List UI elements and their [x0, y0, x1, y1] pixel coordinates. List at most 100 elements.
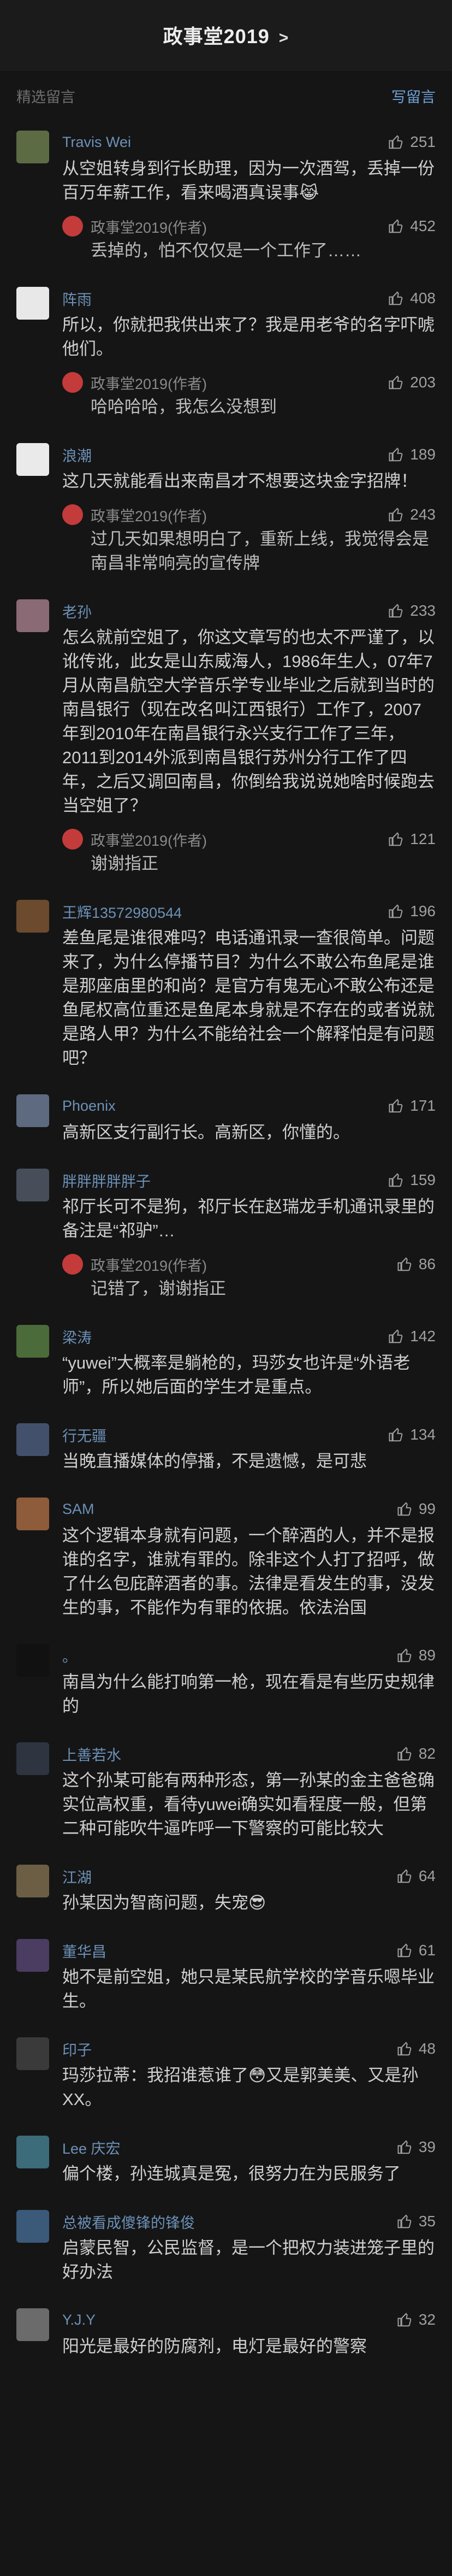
thumb-up-icon[interactable]: [397, 1647, 413, 1664]
like-button[interactable]: 408: [388, 290, 436, 307]
like-button[interactable]: 39: [397, 2138, 436, 2156]
like-button[interactable]: 35: [397, 2213, 436, 2230]
comment-header: 浪潮 189: [62, 443, 436, 466]
comment-body: 印子 48 玛莎拉蒂：我招谁惹谁了😳又是郭美美、又是孙XX。: [62, 2037, 436, 2112]
thumb-up-icon[interactable]: [388, 831, 405, 847]
thumb-up-icon[interactable]: [397, 1942, 413, 1959]
avatar[interactable]: [16, 443, 49, 476]
thumb-up-icon[interactable]: [388, 1328, 405, 1345]
thumb-up-icon[interactable]: [388, 134, 405, 150]
account-title-text[interactable]: 政事堂2019: [163, 25, 270, 48]
reply-text: 谢谢指正: [91, 854, 158, 873]
avatar[interactable]: [16, 1423, 49, 1456]
like-button[interactable]: 82: [397, 1745, 436, 1762]
avatar[interactable]: [16, 1939, 49, 1972]
thumb-up-icon[interactable]: [388, 903, 405, 919]
comment-item: 印子 48 玛莎拉蒂：我招谁惹谁了😳又是郭美美、又是孙XX。: [0, 2027, 452, 2126]
like-button[interactable]: 171: [388, 1097, 436, 1115]
reply-header: 政事堂2019(作者) 86: [91, 1254, 436, 1275]
like-count: 171: [410, 1097, 436, 1114]
like-button[interactable]: 99: [397, 1500, 436, 1518]
thumb-up-icon[interactable]: [388, 506, 405, 523]
like-count: 61: [418, 1942, 436, 1959]
like-button[interactable]: 251: [388, 133, 436, 151]
author-avatar: [62, 504, 83, 525]
comment-text: 所以，你就把我供出来了？我是用老爷的名字吓唬他们。: [62, 315, 435, 358]
thumb-up-icon[interactable]: [388, 1172, 405, 1188]
comment-item: 行无疆 134 当晚直播媒体的停播，不是遗憾，是可悲: [0, 1413, 452, 1488]
thumb-up-icon[interactable]: [397, 1501, 413, 1517]
commenter-name: Y.J.Y: [62, 2311, 96, 2328]
thumb-up-icon[interactable]: [388, 374, 405, 391]
like-button[interactable]: 233: [388, 602, 436, 620]
comment-text: “yuwei”大概率是躺枪的，玛莎女也许是“外语老师”，所以她后面的学生才是重点…: [62, 1353, 411, 1396]
avatar[interactable]: [16, 1498, 49, 1530]
avatar[interactable]: [16, 131, 49, 163]
thumb-up-icon[interactable]: [397, 2139, 413, 2155]
avatar[interactable]: [16, 2210, 49, 2243]
comment-text: 从空姐转身到行长助理，因为一次酒驾，丢掉一份百万年薪工作，看来喝酒真误事😹: [62, 159, 435, 202]
write-comment-link[interactable]: 写留言: [391, 85, 436, 107]
thumb-up-icon[interactable]: [388, 446, 405, 463]
reply-like-button[interactable]: 203: [388, 374, 436, 391]
avatar[interactable]: [16, 599, 49, 632]
reply-author: 政事堂2019(作者): [91, 832, 207, 849]
comment-text: 这个孙某可能有两种形态，第一孙某的金主爸爸确实位高权重，看待yuwei确实如看程…: [62, 1771, 435, 1838]
thumb-up-icon[interactable]: [397, 2312, 413, 2328]
avatar[interactable]: [16, 1644, 49, 1677]
commenter-name: 老孙: [62, 604, 92, 621]
comment-header: 阵雨 408: [62, 287, 436, 310]
thumb-up-icon[interactable]: [388, 1426, 405, 1443]
comment-body: 老孙 233 怎么就前空姐了，你这文章写的也太不严谨了，以讹传讹，此女是山东威海人，…: [62, 599, 436, 876]
avatar[interactable]: [16, 1094, 49, 1127]
avatar[interactable]: [16, 1865, 49, 1897]
comment-text: 南昌为什么能打响第一枪，现在看是有些历史规律的: [62, 1672, 435, 1716]
thumb-up-icon[interactable]: [388, 218, 405, 234]
like-button[interactable]: 159: [388, 1171, 436, 1189]
like-count: 134: [410, 1426, 436, 1443]
thumb-up-icon[interactable]: [388, 1098, 405, 1114]
commenter-name: 王辉13572980544: [62, 904, 182, 921]
thumb-up-icon[interactable]: [397, 2041, 413, 2057]
avatar[interactable]: [16, 1325, 49, 1358]
thumb-up-icon[interactable]: [388, 603, 405, 619]
thumb-up-icon[interactable]: [397, 1746, 413, 1762]
thumb-up-icon[interactable]: [388, 290, 405, 306]
like-button[interactable]: 48: [397, 2040, 436, 2058]
like-button[interactable]: 64: [397, 1867, 436, 1885]
like-button[interactable]: 89: [397, 1647, 436, 1664]
account-title[interactable]: 政事堂2019 >: [163, 21, 289, 49]
comment-text: 玛莎拉蒂：我招谁惹谁了😳又是郭美美、又是孙XX。: [62, 2066, 419, 2109]
top-bar: 政事堂2019 >: [0, 0, 452, 70]
thumb-up-icon[interactable]: [397, 2213, 413, 2230]
like-button[interactable]: 196: [388, 903, 436, 920]
like-button[interactable]: 61: [397, 1942, 436, 1959]
reply-like-button[interactable]: 121: [388, 830, 436, 848]
avatar[interactable]: [16, 2308, 49, 2341]
comment-text: 启蒙民智，公民监督，是一个把权力装进笼子里的好办法: [62, 2238, 435, 2282]
commenter-name: 胖胖胖胖胖子: [62, 1173, 151, 1190]
avatar[interactable]: [16, 1742, 49, 1775]
reply-like-button[interactable]: 243: [388, 506, 436, 523]
comment-text: 孙某因为智商问题，失宠😎: [62, 1893, 266, 1912]
thumb-up-icon[interactable]: [397, 1868, 413, 1884]
avatar[interactable]: [16, 900, 49, 933]
avatar[interactable]: [16, 2037, 49, 2070]
comment-header: 上善若水 82: [62, 1742, 436, 1765]
like-count: 48: [418, 2040, 436, 2057]
reply-like-button[interactable]: 452: [388, 217, 436, 235]
avatar[interactable]: [16, 1169, 49, 1201]
like-button[interactable]: 134: [388, 1426, 436, 1443]
comment-body: Y.J.Y 32 阳光是最好的防腐剂，电灯是最好的警察: [62, 2308, 436, 2359]
like-button[interactable]: 32: [397, 2311, 436, 2329]
chevron-right-icon[interactable]: >: [279, 29, 289, 47]
avatar[interactable]: [16, 2136, 49, 2168]
thumb-up-icon[interactable]: [397, 1256, 413, 1272]
comment-header: 梁涛 142: [62, 1325, 436, 1348]
reply-like-button[interactable]: 86: [397, 1255, 436, 1273]
reply-like-count: 243: [410, 506, 436, 523]
avatar[interactable]: [16, 287, 49, 320]
like-button[interactable]: 189: [388, 446, 436, 463]
like-button[interactable]: 142: [388, 1328, 436, 1345]
author-reply: 政事堂2019(作者) 121 谢谢指正: [62, 829, 436, 876]
